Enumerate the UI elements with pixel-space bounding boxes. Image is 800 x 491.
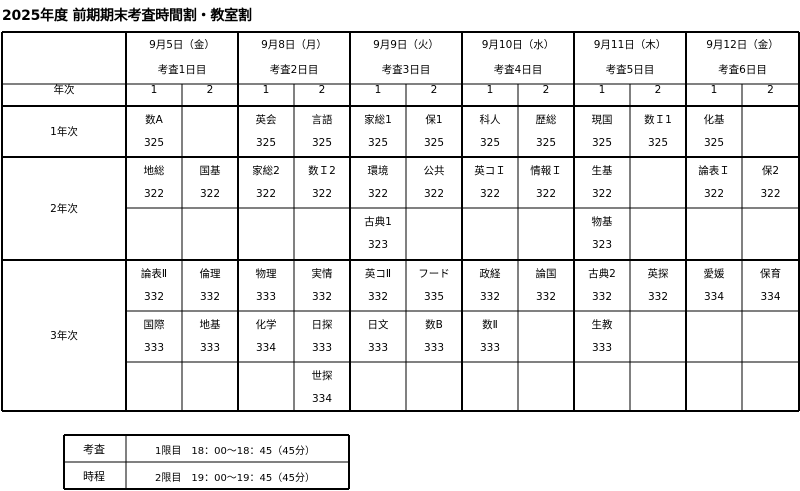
schedule-label: 考査 bbox=[83, 443, 105, 456]
schedule-label: 時程 bbox=[83, 470, 105, 483]
schedule-period: 1限目 18：00～18：45（45分） bbox=[155, 446, 315, 457]
schedule-period: 2限目 19：00～19：45（45分） bbox=[155, 473, 315, 484]
schedule-box-border bbox=[63, 434, 350, 490]
